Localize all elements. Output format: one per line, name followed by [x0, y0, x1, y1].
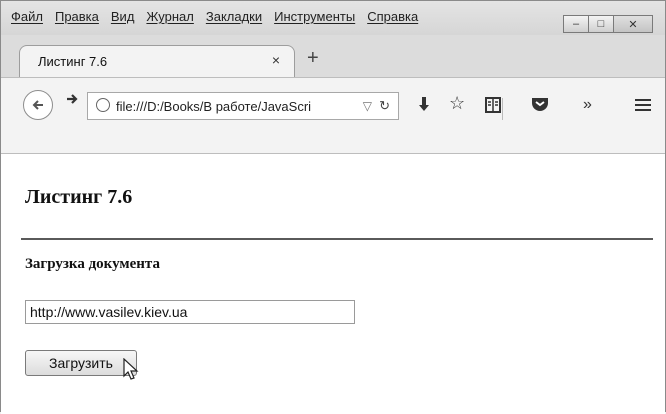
- new-tab-icon[interactable]: +: [307, 47, 319, 70]
- globe-icon: [96, 98, 110, 112]
- mouse-pointer-icon: [123, 358, 139, 380]
- menu: Файл Правка Вид Журнал Закладки Инструме…: [11, 9, 418, 24]
- tab-close-icon[interactable]: ×: [272, 52, 280, 68]
- menu-item-view[interactable]: Вид: [111, 9, 135, 24]
- menu-bar: Файл Правка Вид Журнал Закладки Инструме…: [1, 1, 665, 35]
- overflow-icon[interactable]: »: [583, 96, 592, 114]
- toolbar-divider: [502, 98, 503, 120]
- menu-icon[interactable]: [635, 99, 651, 111]
- window-controls: – □ ✕: [563, 15, 653, 33]
- reading-list-icon[interactable]: [485, 96, 501, 119]
- browser-window: Файл Правка Вид Журнал Закладки Инструме…: [0, 0, 666, 414]
- divider: [21, 238, 653, 240]
- load-button[interactable]: Загрузить: [25, 350, 137, 376]
- maximize-icon: □: [597, 18, 605, 30]
- pocket-icon[interactable]: [531, 96, 549, 117]
- section-heading: Загрузка документа: [25, 256, 160, 272]
- address-bar[interactable]: file:///D:/Books/В работе/JavaScri ▽ ↻: [87, 92, 399, 120]
- address-text[interactable]: file:///D:/Books/В работе/JavaScri: [116, 99, 336, 114]
- maximize-button[interactable]: □: [588, 15, 614, 33]
- navigation-bar: file:///D:/Books/В работе/JavaScri ▽ ↻ ☆…: [1, 77, 665, 154]
- dropdown-icon[interactable]: ▽: [363, 99, 372, 113]
- minimize-button[interactable]: –: [563, 15, 589, 33]
- download-icon[interactable]: [417, 96, 431, 119]
- menu-item-edit[interactable]: Правка: [55, 9, 99, 24]
- page-content: Листинг 7.6 Загрузка документа Загрузить: [1, 153, 665, 414]
- menu-item-tools[interactable]: Инструменты: [274, 9, 355, 24]
- menu-item-history[interactable]: Журнал: [146, 9, 193, 24]
- menu-item-bookmarks[interactable]: Закладки: [206, 9, 262, 24]
- tab-title: Листинг 7.6: [38, 54, 108, 69]
- minimize-icon: –: [572, 18, 580, 30]
- forward-icon[interactable]: [65, 92, 79, 111]
- close-window-button[interactable]: ✕: [613, 15, 653, 33]
- tab-listing[interactable]: Листинг 7.6 ×: [19, 45, 295, 77]
- url-input[interactable]: [25, 300, 355, 324]
- reload-icon[interactable]: ↻: [379, 98, 390, 114]
- page-title: Листинг 7.6: [25, 186, 133, 208]
- menu-item-file[interactable]: Файл: [11, 9, 43, 24]
- back-icon[interactable]: [23, 90, 53, 120]
- close-icon: ✕: [628, 18, 638, 31]
- bookmark-star-icon[interactable]: ☆: [449, 93, 465, 114]
- menu-item-help[interactable]: Справка: [367, 9, 418, 24]
